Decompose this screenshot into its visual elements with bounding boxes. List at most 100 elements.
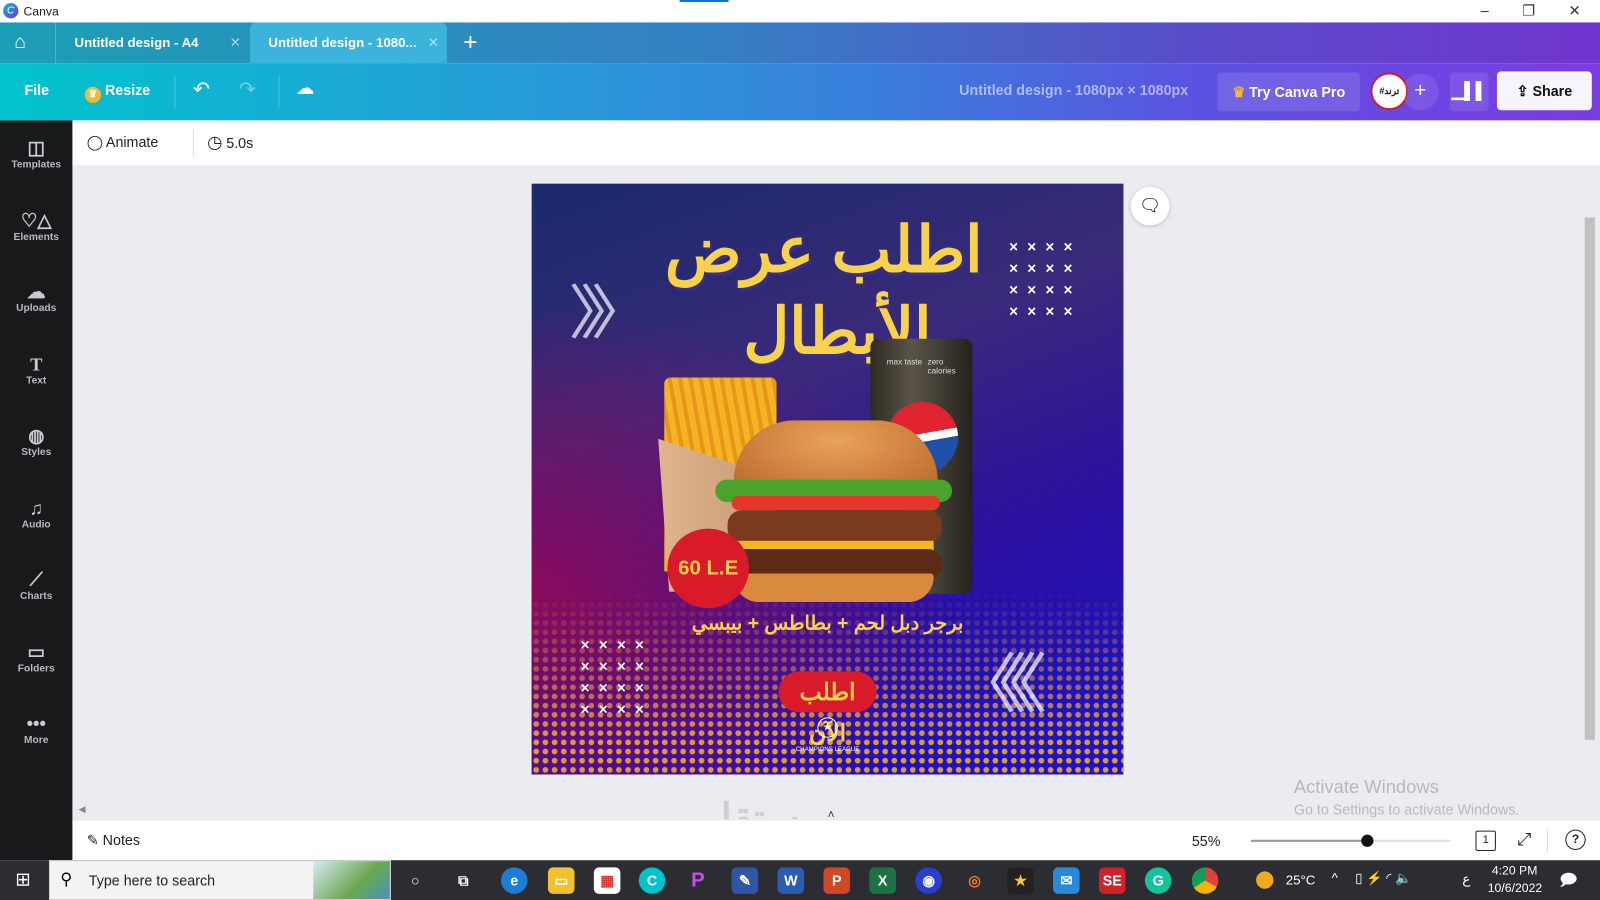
canva-logo-icon: C [3,3,19,19]
input-language[interactable]: ع [1462,871,1470,887]
resize-button[interactable]: ♛ Resize [84,81,151,104]
scroll-left-icon[interactable]: ◀ [79,804,86,815]
clock-date[interactable]: 10/6/2022 [1488,881,1542,895]
file-menu[interactable]: File [24,82,49,98]
edge-icon[interactable]: e [501,867,528,894]
divider [174,75,176,109]
excel-icon[interactable]: X [869,867,896,894]
taskbar-search[interactable]: ⚲ Type here to search [48,860,391,900]
crown-icon: ♛ [1232,83,1246,100]
powerpoint-icon[interactable]: P [823,867,850,894]
store-icon[interactable]: ▦ [593,867,621,894]
share-button[interactable]: ⇪ Share [1496,71,1592,111]
resize-label: Resize [104,81,151,98]
search-placeholder: Type here to search [88,872,216,889]
templates-icon: ◫ [27,137,45,159]
sidebar: ◫ Templates ♡△ Elements ☁ Uploads T Text ◍ St… [0,120,73,861]
canva-icon[interactable]: C [638,867,666,894]
add-comment-button[interactable]: 🗨 [1130,186,1170,226]
duration-button[interactable]: ◷ 5.0s [207,133,253,153]
notes-icon: ✎ [86,831,99,848]
close-tab-icon[interactable]: ✕ [428,22,439,63]
editor-footer: ✎ Notes 55% 1 ⤢ ? [72,819,1600,861]
video-app-icon[interactable]: ★ [1007,867,1034,894]
close-window-button[interactable]: ✕ [1559,2,1590,19]
new-tab-button[interactable]: + [463,29,477,58]
sidebar-item-label: Uploads [16,303,57,315]
tab-bar: ⌂ Untitled design - A4 ✕ Untitled design … [0,22,1600,64]
window-title: Canva [23,4,59,19]
sidebar-item-text[interactable]: T Text [0,337,72,408]
undo-icon[interactable]: ↶ [193,77,210,103]
sidebar-item-styles[interactable]: ◍ Styles [0,408,72,479]
chrome-icon[interactable] [1191,867,1219,894]
restore-button[interactable]: ❐ [1513,2,1544,19]
blender-icon[interactable]: ◎ [961,867,988,894]
search-highlight-image [313,861,390,899]
sidebar-item-label: Elements [13,231,59,243]
share-label: Share [1532,82,1573,99]
sidebar-item-elements[interactable]: ♡△ Elements [0,193,72,264]
file-explorer-icon[interactable]: ▭ [547,867,575,894]
notes-label: Notes [102,831,141,848]
tray-chevron-icon[interactable]: ^ [1332,870,1338,885]
windows-start-icon[interactable]: ⊞ [15,869,30,890]
animate-icon: ◯ [86,133,103,150]
insights-icon[interactable]: ▁▌▌ [1449,72,1489,112]
tab-a4[interactable]: Untitled design - A4 ✕ [55,22,249,64]
tray-icons[interactable]: ▯ ⚡ ◜ 🔈 [1355,870,1412,886]
text-icon: T [30,354,43,375]
vertical-scrollbar[interactable] [1584,177,1595,810]
redo-icon[interactable]: ↷ [239,77,256,103]
pen-app-icon[interactable]: ✎ [731,867,759,894]
cloud-saved-icon[interactable]: ☁ [296,78,314,99]
task-view-icon[interactable]: ⧉ [450,867,477,894]
sidebar-item-audio[interactable]: ♫ Audio [0,481,72,552]
x-pattern-bottom: ×××× ×××× ×××× ×××× [580,636,654,719]
sidebar-item-templates[interactable]: ◫ Templates [0,120,72,191]
music-icon: ♫ [29,497,44,519]
league-text: CHAMPIONS LEAGUE [795,746,860,754]
home-icon[interactable]: ⌂ [14,32,26,54]
cortana-icon[interactable]: ○ [402,867,429,894]
sidebar-item-label: Audio [21,519,51,531]
se-app-icon[interactable]: SE [1098,867,1126,894]
fullscreen-icon[interactable]: ⤢ [1517,830,1531,850]
design-poster[interactable]: اطلب عرض الأبطال 〉〉〉 ×××× ×××× ×××× ×××× ××… [531,183,1124,775]
close-tab-icon[interactable]: ✕ [230,22,241,63]
try-canva-pro-button[interactable]: ♛ Try Canva Pro [1217,72,1361,112]
tomato [731,495,940,511]
temperature[interactable]: 25°C [1286,872,1316,887]
help-icon[interactable]: ? [1565,829,1586,850]
animation-bar: ◯ Animate ◷ 5.0s [72,120,1600,167]
folder-icon: ▭ [27,641,45,663]
design-title[interactable]: Untitled design - 1080px × 1080px [959,82,1188,98]
zoom-level[interactable]: 55% [1192,833,1221,849]
tab-label: Untitled design - A4 [74,34,199,50]
sidebar-item-label: Styles [21,446,52,459]
more-icon: ••• [26,713,46,734]
word-icon[interactable]: W [777,867,805,894]
sidebar-item-folders[interactable]: ▭ Folders [0,624,72,695]
sidebar-item-uploads[interactable]: ☁ Uploads [0,264,72,335]
page-count-button[interactable]: 1 [1475,830,1496,852]
clock-time[interactable]: 4:20 PM [1492,863,1538,877]
poster-headline-1: اطلب عرض [664,215,983,286]
add-collaborator-button[interactable]: + [1402,73,1439,111]
sidebar-item-more[interactable]: ••• More [0,696,72,767]
tab-1080[interactable]: Untitled design - 1080... ✕ [249,22,447,64]
animate-label: Animate [105,133,159,150]
zoom-slider[interactable] [1251,834,1450,847]
upload-icon: ☁ [27,281,46,303]
chevrons-right-decoration: 〉〉〉 [568,280,650,347]
mail-icon[interactable]: ✉ [1053,867,1080,894]
x-pattern-top: ×××× ×××× ×××× ×××× [1009,238,1082,321]
sidebar-item-charts[interactable]: ⟋ Charts [0,552,72,623]
audio-app-icon[interactable]: ◉ [915,867,942,894]
notifications-icon[interactable]: 🗩 [1559,869,1577,897]
animate-button[interactable]: ◯ Animate [87,134,159,151]
picsart-icon[interactable]: P [685,867,712,894]
minimize-button[interactable]: – [1469,2,1500,18]
grammarly-icon[interactable]: G [1144,867,1172,894]
notes-button[interactable]: ✎ Notes [87,832,140,849]
